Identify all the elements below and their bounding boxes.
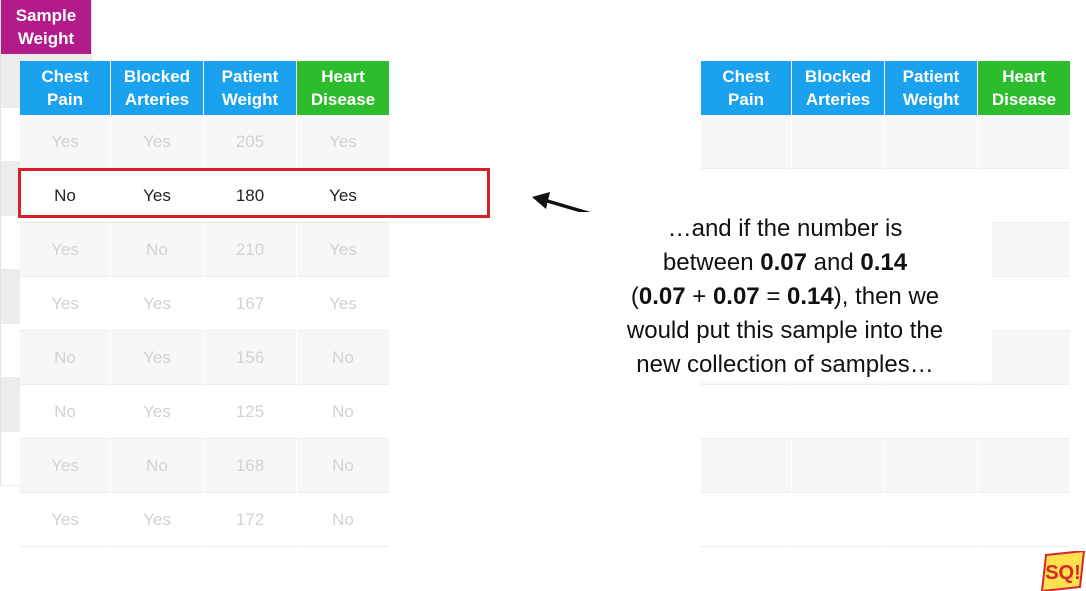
empty-table-cell [701, 115, 791, 169]
column-header: Blocked Arteries [111, 61, 203, 115]
table-cell: Yes [111, 115, 203, 169]
table-cell: 205 [204, 115, 296, 169]
header-line-1: Patient [902, 67, 960, 86]
explanation-line-1: …and if the number is [667, 215, 903, 242]
header-line-2: Weight [17, 29, 75, 48]
table-cell: Yes [297, 277, 389, 331]
table-cell: Yes [297, 115, 389, 169]
header-line-2: Weight [221, 90, 279, 109]
table-cell: No [111, 439, 203, 493]
table-cell: No [111, 223, 203, 277]
header-line-2: Pain [47, 90, 83, 109]
column-header: Patient Weight [204, 61, 296, 115]
statquest-logo: SQ! [1040, 551, 1086, 591]
empty-table-cell [701, 493, 791, 547]
column-header: Chest Pain [701, 61, 791, 115]
empty-table-cell [978, 115, 1070, 169]
header-line-1: Blocked [123, 67, 191, 86]
empty-table-cell [978, 385, 1070, 439]
empty-table-cell [792, 439, 884, 493]
table-cell: Yes [111, 385, 203, 439]
table-cell: No [297, 331, 389, 385]
header-line-2: Arteries [124, 90, 190, 109]
empty-table-cell [792, 385, 884, 439]
table-cell: Yes [20, 277, 110, 331]
empty-table-cell [885, 115, 977, 169]
table-cell: Yes [20, 493, 110, 547]
empty-table-cell [701, 439, 791, 493]
table-cell: 210 [204, 223, 296, 277]
header-line-2: Disease [310, 90, 376, 109]
table-cell: Yes [20, 115, 110, 169]
column-header: Blocked Arteries [792, 61, 884, 115]
explanation-line-5: new collection of samples… [636, 351, 934, 378]
empty-table-cell [885, 493, 977, 547]
empty-table-cell [885, 385, 977, 439]
empty-table-cell [792, 115, 884, 169]
explanation-line-3: (0.07 + 0.07 = 0.14), then we [630, 283, 940, 310]
table-cell: No [20, 385, 110, 439]
table-cell: Yes [20, 439, 110, 493]
empty-table-cell [792, 493, 884, 547]
explanation-text: …and if the number is between 0.07 and 0… [578, 212, 992, 382]
header-line-1: Sample [15, 6, 77, 25]
column-header: Heart Disease [297, 61, 389, 115]
empty-table-cell [978, 439, 1070, 493]
table-cell: No [297, 493, 389, 547]
header-line-2: Disease [991, 90, 1057, 109]
header-line-1: Chest [722, 67, 770, 86]
header-line-1: Patient [221, 67, 279, 86]
table-cell: 172 [204, 493, 296, 547]
column-header: Heart Disease [978, 61, 1070, 115]
header-line-1: Blocked [804, 67, 872, 86]
table-cell: No [20, 331, 110, 385]
header-line-1: Heart [1002, 67, 1046, 86]
empty-table-cell [701, 385, 791, 439]
header-line-2: Arteries [805, 90, 871, 109]
table-cell: Yes [20, 223, 110, 277]
column-header: Patient Weight [885, 61, 977, 115]
table-cell: Yes [111, 331, 203, 385]
table-cell: 156 [204, 331, 296, 385]
table-cell: Yes [297, 223, 389, 277]
selected-row-highlight [18, 168, 490, 218]
table-cell: 167 [204, 277, 296, 331]
table-cell: No [297, 385, 389, 439]
header-line-1: Heart [321, 67, 365, 86]
table-cell: 168 [204, 439, 296, 493]
explanation-line-4: would put this sample into the [626, 317, 944, 344]
original-samples-table: Chest Pain Blocked Arteries Patient Weight Hea… [20, 61, 389, 547]
header-line-2: Pain [728, 90, 764, 109]
sample-weight-header: Sample Weight [1, 0, 91, 54]
svg-text:SQ!: SQ! [1045, 562, 1081, 584]
table-cell: 125 [204, 385, 296, 439]
explanation-line-2: between 0.07 and 0.14 [662, 249, 908, 276]
column-header: Chest Pain [20, 61, 110, 115]
table-cell: Yes [111, 277, 203, 331]
header-line-1: Chest [41, 67, 89, 86]
empty-table-cell [978, 493, 1070, 547]
empty-table-cell [885, 439, 977, 493]
table-cell: Yes [111, 493, 203, 547]
table-cell: No [297, 439, 389, 493]
header-line-2: Weight [902, 90, 960, 109]
